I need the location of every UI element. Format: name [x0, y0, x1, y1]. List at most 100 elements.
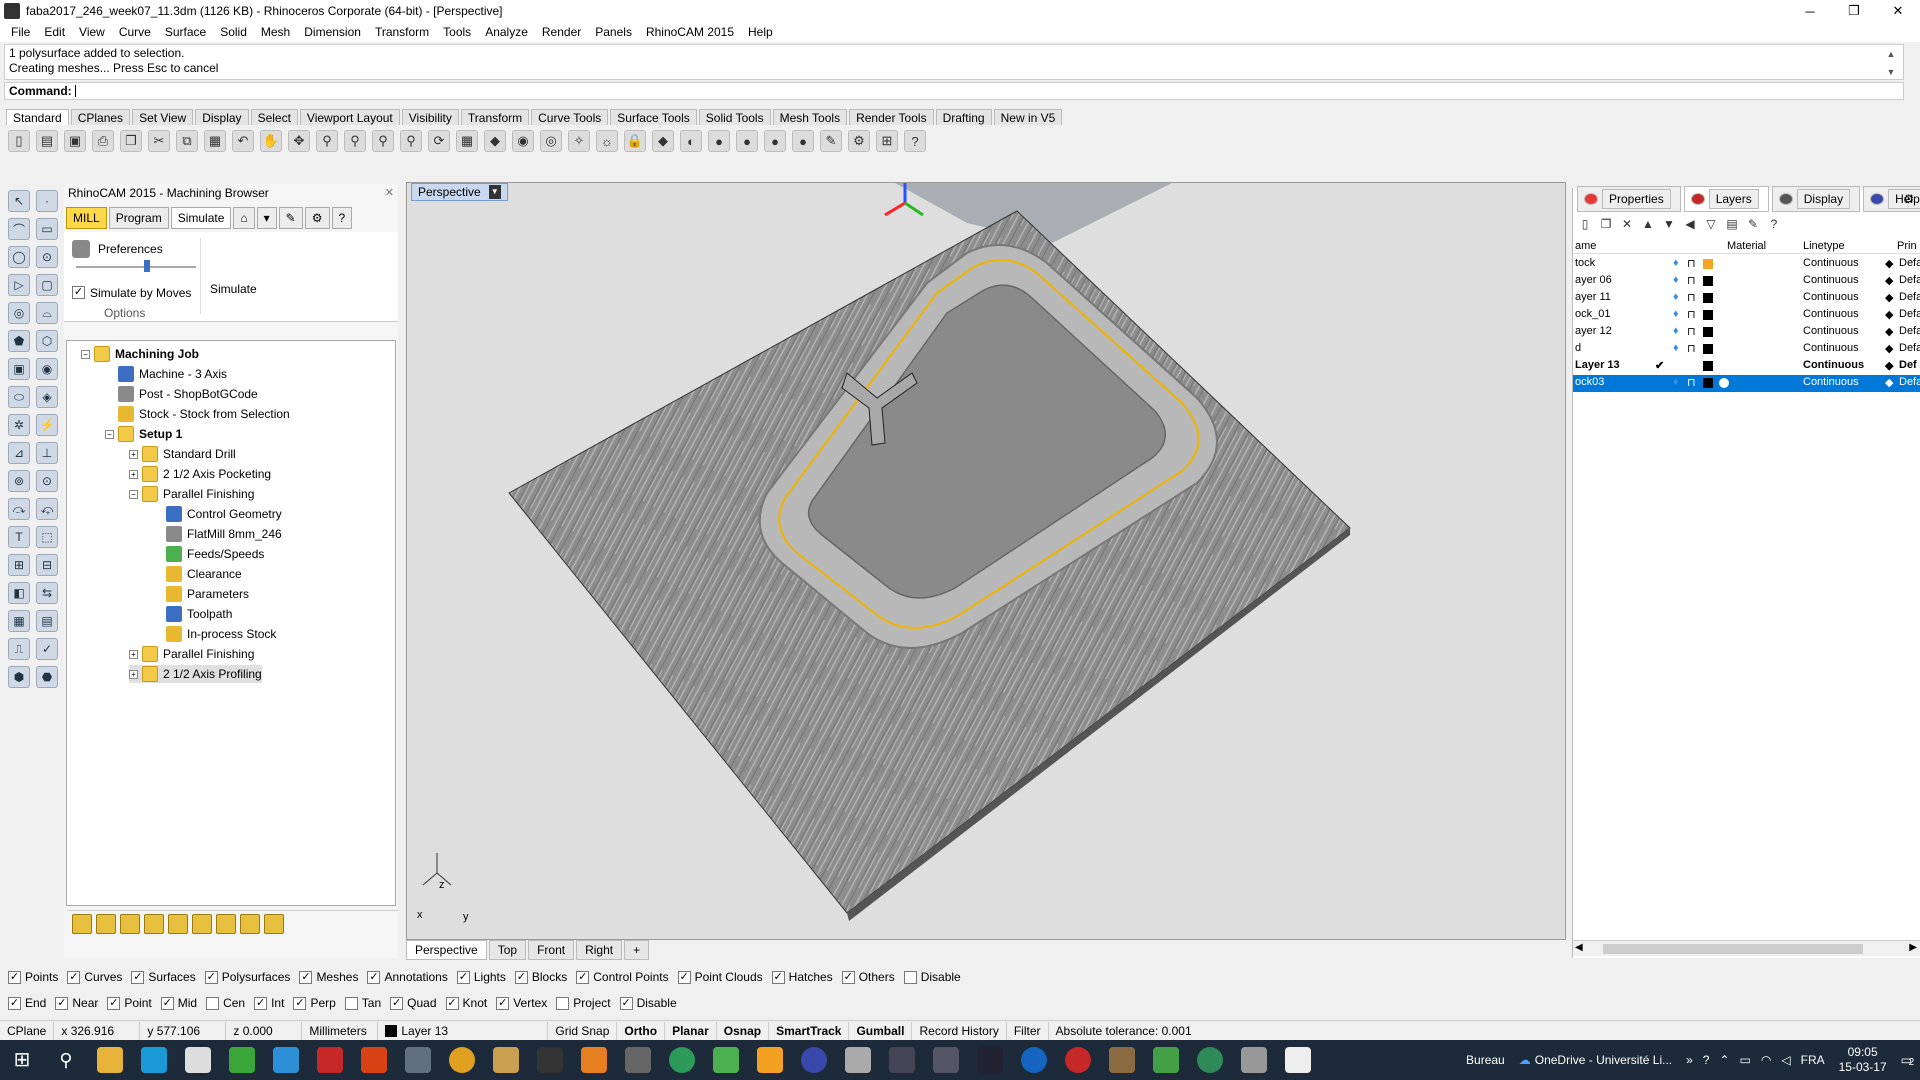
- gumball-x-axis[interactable]: [884, 201, 906, 217]
- app-icon[interactable]: [361, 1047, 387, 1073]
- zoom-selected-icon[interactable]: ⚲: [400, 130, 422, 152]
- layer-print-width[interactable]: Defa: [1899, 376, 1920, 388]
- checkbox[interactable]: ✓: [254, 996, 268, 1010]
- highlight-icon[interactable]: ✎: [820, 130, 842, 152]
- target-icon[interactable]: ◎: [540, 130, 562, 152]
- app-icon[interactable]: [889, 1047, 915, 1073]
- tree-node[interactable]: Toolpath: [153, 605, 232, 623]
- menu-item-view[interactable]: View: [72, 25, 112, 39]
- col-print[interactable]: Prin: [1897, 240, 1917, 252]
- photos-icon[interactable]: [1285, 1047, 1311, 1073]
- gumball-y-axis[interactable]: [904, 201, 924, 217]
- mail-icon[interactable]: [185, 1047, 211, 1073]
- layer-color-swatch[interactable]: [1703, 327, 1713, 337]
- checkbox[interactable]: ✓: [8, 996, 21, 1010]
- tab-simulate[interactable]: Simulate: [170, 207, 232, 229]
- left-tool-icon[interactable]: ⬣: [36, 666, 58, 688]
- menu-item-panels[interactable]: Panels: [588, 25, 639, 39]
- checkbox[interactable]: ✓: [131, 970, 145, 984]
- clock[interactable]: 09:05 15-03-17: [1839, 1045, 1887, 1075]
- checkbox[interactable]: ✓: [514, 970, 528, 984]
- wifi-icon[interactable]: ◠: [1761, 1053, 1771, 1067]
- app-icon[interactable]: [1197, 1047, 1223, 1073]
- print-color-icon[interactable]: ◆: [1885, 308, 1893, 321]
- filter-near[interactable]: ✓ Near: [55, 996, 98, 1010]
- checkbox[interactable]: ✓: [445, 996, 459, 1010]
- filter-perp[interactable]: ✓ Perp: [293, 996, 336, 1010]
- scroll-down-icon[interactable]: ▼: [1885, 65, 1897, 80]
- unlock-icon[interactable]: ⊓: [1687, 325, 1696, 338]
- search-icon[interactable]: ⚲: [53, 1047, 79, 1073]
- tree-node[interactable]: + Standard Drill: [129, 445, 236, 463]
- toolbar-tab-drafting[interactable]: Drafting: [935, 109, 992, 125]
- tree-tool-icon[interactable]: [72, 913, 92, 934]
- speed-slider-thumb[interactable]: [144, 260, 150, 272]
- checkbox[interactable]: ✓: [8, 970, 21, 984]
- light-bulb-icon[interactable]: ☼: [596, 130, 618, 152]
- checkbox[interactable]: ✓: [55, 996, 69, 1010]
- light-bulb-icon[interactable]: ♦: [1673, 274, 1679, 286]
- preferences-label[interactable]: Preferences: [98, 242, 163, 256]
- car-icon[interactable]: ◆: [484, 130, 506, 152]
- minimize-icon[interactable]: ─: [1788, 0, 1832, 22]
- checkbox[interactable]: [903, 970, 917, 984]
- filter-disable[interactable]: Disable: [903, 970, 961, 984]
- toolbar-tab-visibility[interactable]: Visibility: [401, 109, 459, 125]
- app-icon[interactable]: [713, 1047, 739, 1073]
- record-history-toggle[interactable]: Record History: [912, 1021, 1007, 1040]
- checkbox[interactable]: ✓: [677, 970, 691, 984]
- tree-tool-icon[interactable]: [168, 913, 188, 934]
- print-color-icon[interactable]: ◆: [1885, 257, 1893, 270]
- checkbox[interactable]: ✓: [841, 970, 855, 984]
- app-icon[interactable]: [669, 1047, 695, 1073]
- tree-tool-icon[interactable]: [240, 913, 260, 934]
- zoom-window-icon[interactable]: ⚲: [344, 130, 366, 152]
- left-tool-icon[interactable]: ▤: [36, 610, 58, 632]
- shaded-sphere-icon[interactable]: ●: [708, 130, 730, 152]
- horizontal-scrollbar[interactable]: ◀ ▶: [1573, 940, 1920, 956]
- chevron-up-icon[interactable]: ⌃: [1719, 1053, 1729, 1067]
- layer-print-width[interactable]: Defa: [1899, 291, 1920, 303]
- filter-toggle[interactable]: Filter: [1007, 1021, 1049, 1040]
- unlock-icon[interactable]: ⊓: [1687, 376, 1696, 389]
- menu-item-surface[interactable]: Surface: [158, 25, 213, 39]
- filter-end[interactable]: ✓ End: [8, 996, 46, 1010]
- app-icon[interactable]: [537, 1047, 563, 1073]
- browser-tool-icon[interactable]: ⌂: [233, 207, 255, 229]
- toolbar-tab-mesh-tools[interactable]: Mesh Tools: [772, 109, 848, 125]
- layer-linetype[interactable]: Continuous: [1803, 376, 1859, 388]
- left-tool-icon[interactable]: ◈: [36, 386, 58, 408]
- filter-tan[interactable]: Tan: [344, 996, 381, 1010]
- left-tool-icon[interactable]: ▦: [8, 610, 30, 632]
- layer-row[interactable]: ock_01 ♦ ⊓ Continuous ◆ Defa: [1573, 307, 1920, 324]
- col-name[interactable]: ame: [1575, 240, 1596, 252]
- cut-icon[interactable]: ✂: [148, 130, 170, 152]
- left-tool-icon[interactable]: ⬟: [8, 330, 30, 352]
- layer-linetype[interactable]: Continuous: [1803, 257, 1859, 269]
- notification-icon[interactable]: ▭ 2: [1901, 1053, 1915, 1068]
- left-tool-icon[interactable]: ▢: [36, 274, 58, 296]
- left-tool-icon[interactable]: ◎: [8, 302, 30, 324]
- toolbar-tab-new-in-v5[interactable]: New in V5: [993, 109, 1063, 125]
- app-icon[interactable]: [1021, 1047, 1047, 1073]
- viewport-tab-perspective[interactable]: Perspective: [406, 940, 487, 960]
- light-bulb-icon[interactable]: ♦: [1673, 308, 1679, 320]
- left-tool-icon[interactable]: ⎍: [8, 638, 30, 660]
- checkbox[interactable]: ✓: [456, 970, 470, 984]
- gumball-toggle[interactable]: Gumball: [849, 1021, 913, 1040]
- print-color-icon[interactable]: ◆: [1885, 291, 1893, 304]
- new-sublayer-icon[interactable]: ❐: [1598, 216, 1614, 232]
- left-tool-icon[interactable]: ◯: [8, 246, 30, 268]
- filter-point[interactable]: ✓ Point: [107, 996, 152, 1010]
- rhino-taskbar-icon[interactable]: [405, 1047, 431, 1073]
- left-tool-icon[interactable]: ◧: [8, 582, 30, 604]
- preferences-icon[interactable]: [72, 240, 90, 258]
- pan-hand-icon[interactable]: ✋: [260, 130, 282, 152]
- viewport-tab-top[interactable]: Top: [488, 940, 527, 960]
- close-icon[interactable]: ✕: [1876, 0, 1920, 22]
- left-tool-icon[interactable]: ⬚: [36, 526, 58, 548]
- layer-states-icon[interactable]: ▤: [1724, 216, 1740, 232]
- menu-item-render[interactable]: Render: [535, 25, 588, 39]
- chevron-right-icon[interactable]: »: [1686, 1053, 1693, 1067]
- tree-tool-icon[interactable]: [264, 913, 284, 934]
